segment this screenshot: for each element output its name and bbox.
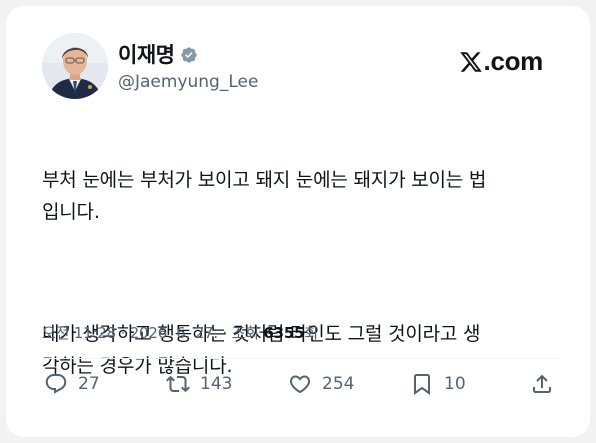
share-button[interactable] <box>530 372 554 396</box>
share-icon <box>533 374 551 393</box>
divider <box>42 358 560 359</box>
tweet-card: 이재명 @Jaemyung_Lee .com 부처 눈에는 부처가 보이고 돼지… <box>6 6 590 437</box>
like-button[interactable]: 254 <box>288 372 354 396</box>
reply-count: 27 <box>78 374 100 394</box>
bookmark-count: 10 <box>444 374 466 394</box>
tweet-meta[interactable]: 오전 11:28 · 2026. 6. 27. · 조회 6355회 <box>42 322 318 344</box>
like-count: 254 <box>322 374 355 394</box>
tweet-paragraph-1: 부처 눈에는 부처가 보이고 돼지 눈에는 돼지가 보이는 법 입니다. <box>42 169 487 223</box>
view-count: 6355 <box>263 324 305 342</box>
bookmark-icon <box>414 374 430 395</box>
avatar-photo <box>42 33 108 99</box>
retweet-icon <box>166 375 190 393</box>
x-logo-icon <box>459 51 482 72</box>
x-brand: .com <box>459 46 543 77</box>
x-site-suffix: .com <box>483 46 544 76</box>
verified-badge-icon <box>181 47 198 63</box>
tweet-timestamp[interactable]: 오전 11:28 · 2026. 6. 27. · 조회 <box>42 324 263 342</box>
retweet-count: 143 <box>200 374 233 394</box>
action-bar: 27 143 254 10 <box>42 372 562 402</box>
heart-icon <box>289 375 311 394</box>
retweet-button[interactable]: 143 <box>166 372 232 396</box>
reply-button[interactable]: 27 <box>44 372 100 396</box>
avatar[interactable] <box>42 33 108 99</box>
author-name[interactable]: 이재명 <box>118 42 175 68</box>
author-name-row[interactable]: 이재명 <box>118 42 198 68</box>
view-count-suffix: 회 <box>304 324 318 342</box>
reply-icon <box>45 374 67 394</box>
bookmark-button[interactable]: 10 <box>410 372 466 396</box>
author-handle[interactable]: @Jaemyung_Lee <box>118 70 258 94</box>
